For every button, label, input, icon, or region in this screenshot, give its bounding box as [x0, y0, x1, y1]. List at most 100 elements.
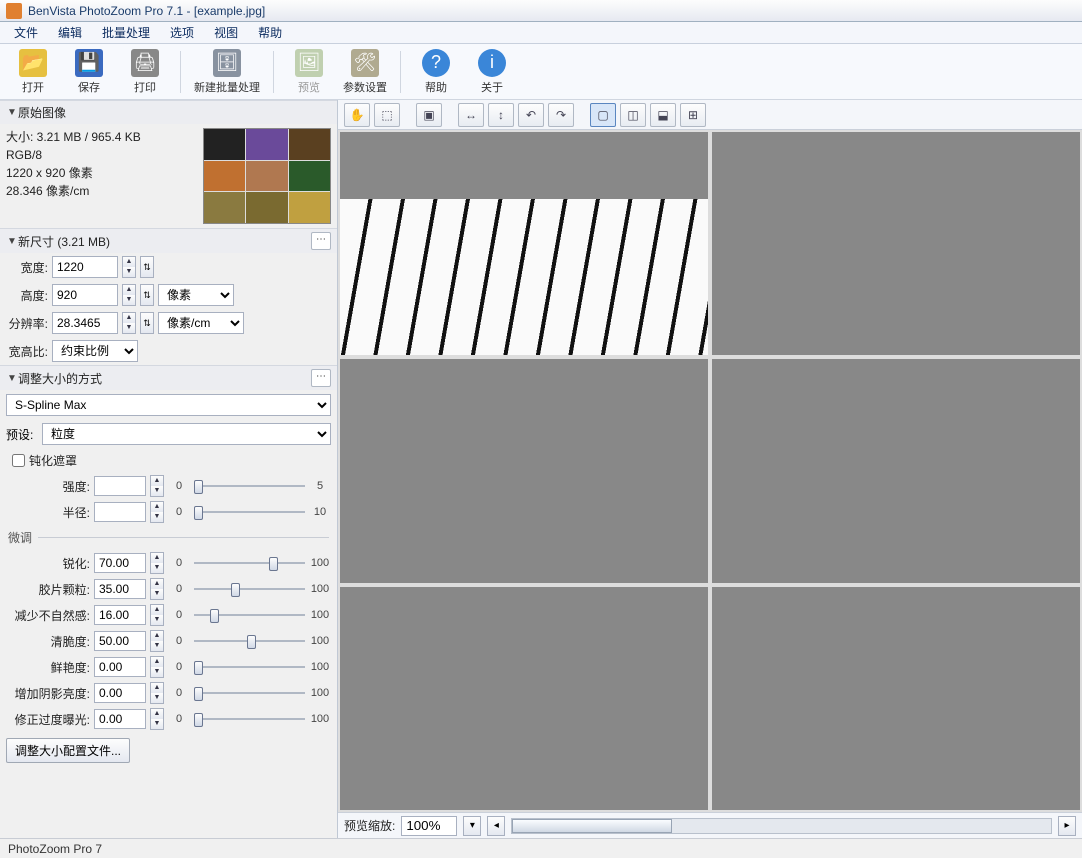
section-menu-button[interactable]: ⋯ [311, 369, 331, 387]
menu-batch[interactable]: 批量处理 [92, 22, 160, 43]
resolution-input[interactable] [52, 312, 118, 334]
preview-tile [712, 132, 1080, 355]
flip-horizontal-icon[interactable]: ↔ [458, 103, 484, 127]
pan-tool-icon[interactable]: ✋ [344, 103, 370, 127]
collapse-icon[interactable]: ▼ [6, 373, 18, 384]
height-input[interactable] [52, 284, 118, 306]
preview-tile [340, 359, 708, 582]
crop-tool-icon[interactable]: ▣ [416, 103, 442, 127]
crispness-spinner[interactable]: ▲▼ [150, 630, 164, 652]
radius-spinner[interactable]: ▲▼ [150, 501, 164, 523]
save-button[interactable]: 💾保存 [62, 46, 116, 98]
collapse-icon[interactable]: ▼ [6, 107, 18, 118]
crispness-input[interactable] [94, 631, 146, 651]
menu-view[interactable]: 视图 [204, 22, 248, 43]
orig-thumbnail[interactable] [203, 128, 331, 224]
menu-help[interactable]: 帮助 [248, 22, 292, 43]
shadow-spinner[interactable]: ▲▼ [150, 682, 164, 704]
statusbar: PhotoZoom Pro 7 [0, 838, 1082, 858]
orig-mode: RGB/8 [6, 146, 195, 164]
section-menu-button[interactable]: ⋯ [311, 232, 331, 250]
preset-select[interactable]: 粒度 [42, 423, 331, 445]
menu-file[interactable]: 文件 [4, 22, 48, 43]
preview-scrollbar[interactable] [511, 818, 1052, 834]
print-button[interactable]: 🖨打印 [118, 46, 172, 98]
menubar: 文件 编辑 批量处理 选项 视图 帮助 [0, 22, 1082, 44]
vividness-input[interactable] [94, 657, 146, 677]
resolution-label: 分辨率: [6, 315, 48, 332]
width-spinner[interactable]: ▲▼ [122, 256, 136, 278]
strength-spinner[interactable]: ▲▼ [150, 475, 164, 497]
grain-slider[interactable] [194, 580, 305, 598]
zoom-in-button[interactable]: ▸ [1058, 816, 1076, 836]
preview-tile [340, 132, 708, 355]
vividness-spinner[interactable]: ▲▼ [150, 656, 164, 678]
sharpness-slider[interactable] [194, 554, 305, 572]
exposure-label: 修正过度曝光: [6, 711, 90, 728]
sharpness-spinner[interactable]: ▲▼ [150, 552, 164, 574]
resolution-spinner[interactable]: ▲▼ [122, 312, 136, 334]
aspect-label: 宽高比: [6, 343, 48, 360]
preview-button[interactable]: 🖼预览 [282, 46, 336, 98]
resize-method-section: ▼调整大小的方式⋯ S-Spline Max 预设: 粒度 钝化遮罩 强度: ▲… [0, 365, 337, 769]
section-title: 新尺寸 (3.21 MB) [18, 233, 311, 250]
grain-spinner[interactable]: ▲▼ [150, 578, 164, 600]
new-batch-button[interactable]: 🗄新建批量处理 [189, 46, 265, 98]
menu-options[interactable]: 选项 [160, 22, 204, 43]
aspect-select[interactable]: 约束比例 [52, 340, 138, 362]
params-button[interactable]: 🛠参数设置 [338, 46, 392, 98]
open-button[interactable]: 📂打开 [6, 46, 60, 98]
rotate-left-icon[interactable]: ↶ [518, 103, 544, 127]
shadow-slider[interactable] [194, 684, 305, 702]
zoom-out-button[interactable]: ◂ [487, 816, 505, 836]
original-image-section: ▼原始图像 大小: 3.21 MB / 965.4 KB RGB/8 1220 … [0, 100, 337, 228]
view-split-v-icon[interactable]: ◫ [620, 103, 646, 127]
width-input[interactable] [52, 256, 118, 278]
artifact-input[interactable] [94, 605, 146, 625]
lock-aspect-icon[interactable]: ⇅ [140, 284, 154, 306]
view-quad-icon[interactable]: ⊞ [680, 103, 706, 127]
window-title: BenVista PhotoZoom Pro 7.1 - [example.jp… [28, 4, 265, 18]
exposure-input[interactable] [94, 709, 146, 729]
preview-area[interactable] [338, 130, 1082, 812]
zoom-dropdown-icon[interactable]: ▾ [463, 816, 481, 836]
strength-input[interactable] [94, 476, 146, 496]
new-size-section: ▼新尺寸 (3.21 MB)⋯ 宽度: ▲▼ ⇅ 高度: ▲▼ ⇅ 像素 分辨率… [0, 228, 337, 365]
radius-input[interactable] [94, 502, 146, 522]
height-spinner[interactable]: ▲▼ [122, 284, 136, 306]
exposure-slider[interactable] [194, 710, 305, 728]
view-split-h-icon[interactable]: ⬓ [650, 103, 676, 127]
zoom-input[interactable] [401, 816, 457, 836]
artifact-label: 减少不自然感: [6, 607, 90, 624]
preview-tile [340, 587, 708, 810]
exposure-spinner[interactable]: ▲▼ [150, 708, 164, 730]
about-button[interactable]: i关于 [465, 46, 519, 98]
unsharp-checkbox[interactable] [12, 454, 25, 467]
toolbar-separator [400, 51, 401, 93]
radius-slider[interactable] [194, 503, 305, 521]
rotate-right-icon[interactable]: ↷ [548, 103, 574, 127]
vividness-slider[interactable] [194, 658, 305, 676]
lock-aspect-icon[interactable]: ⇅ [140, 256, 154, 278]
help-button[interactable]: ?帮助 [409, 46, 463, 98]
sharpness-input[interactable] [94, 553, 146, 573]
preview-tile [712, 359, 1080, 582]
shadow-input[interactable] [94, 683, 146, 703]
strength-slider[interactable] [194, 477, 305, 495]
select-tool-icon[interactable]: ⬚ [374, 103, 400, 127]
main-toolbar: 📂打开 💾保存 🖨打印 🗄新建批量处理 🖼预览 🛠参数设置 ?帮助 i关于 [0, 44, 1082, 100]
resize-profile-button[interactable]: 调整大小配置文件... [6, 738, 130, 763]
crispness-slider[interactable] [194, 632, 305, 650]
status-text: PhotoZoom Pro 7 [8, 842, 102, 856]
artifact-spinner[interactable]: ▲▼ [150, 604, 164, 626]
view-single-icon[interactable]: ▢ [590, 103, 616, 127]
resize-method-select[interactable]: S-Spline Max [6, 394, 331, 416]
grain-input[interactable] [94, 579, 146, 599]
menu-edit[interactable]: 编辑 [48, 22, 92, 43]
lock-icon[interactable]: ⇅ [140, 312, 154, 334]
resolution-unit-select[interactable]: 像素/cm [158, 312, 244, 334]
artifact-slider[interactable] [194, 606, 305, 624]
collapse-icon[interactable]: ▼ [6, 236, 18, 247]
size-unit-select[interactable]: 像素 [158, 284, 234, 306]
flip-vertical-icon[interactable]: ↕ [488, 103, 514, 127]
